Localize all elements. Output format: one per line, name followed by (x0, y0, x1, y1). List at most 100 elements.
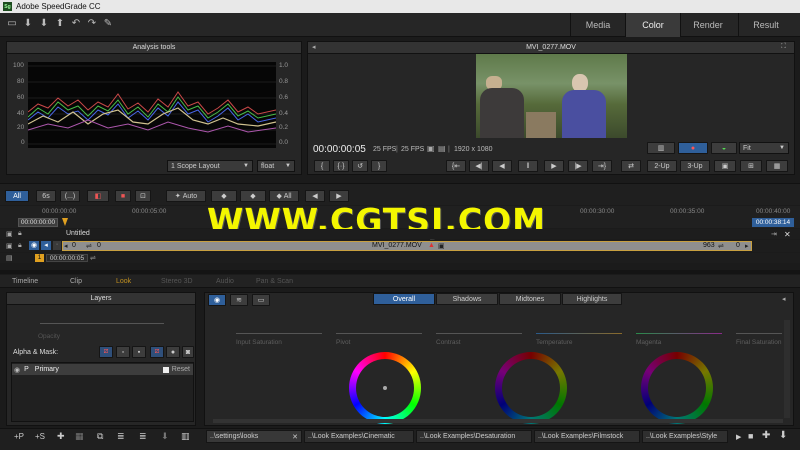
loop-button[interactable]: ↺ (352, 160, 368, 172)
settings-wrench-icon[interactable]: ✎ (102, 18, 114, 30)
layout-3up-button[interactable]: 3-Up (680, 160, 710, 172)
reset-checkbox[interactable] (162, 366, 169, 373)
monitor-icon[interactable]: ▣ (427, 144, 435, 153)
export-icon[interactable]: ⬆ (54, 18, 66, 30)
go-start-button[interactable]: {⇤ (446, 160, 466, 172)
track-collapse-icon[interactable]: ⇥ (771, 230, 777, 238)
look-tab-desaturation[interactable]: ..\Look Examples\Desaturation (416, 430, 532, 443)
go-end-button[interactable]: ⇥} (592, 160, 612, 172)
tab-result[interactable]: Result (738, 13, 793, 37)
track-monitor-icon[interactable]: ▣ (6, 242, 13, 250)
look-tab-style[interactable]: ..\Look Examples\Style (642, 430, 728, 443)
color-wheel-gamma[interactable] (495, 352, 567, 424)
save-stack-icon[interactable]: ≣ (139, 431, 147, 442)
auto-button[interactable]: ✦ Auto (166, 190, 206, 202)
rgb-curves-button[interactable]: ≋ (230, 294, 248, 306)
tab-pan-scan[interactable]: Pan & Scan (256, 276, 293, 287)
color-tab-midtones[interactable]: Midtones (499, 293, 561, 305)
close-icon[interactable]: ✕ (784, 230, 791, 239)
horizontal-scrollbar[interactable] (213, 419, 783, 423)
slider-final-saturation[interactable] (736, 333, 782, 334)
look-tab-filmstock[interactable]: ..\Look Examples\Filmstock (534, 430, 640, 443)
save-frame-icon[interactable]: ▤ (438, 144, 446, 153)
save-as-icon[interactable]: ⬇ (38, 18, 50, 30)
color-wheel-offset[interactable] (349, 352, 421, 424)
track-options-icon[interactable]: · (53, 241, 61, 250)
zoom-custom-button[interactable]: (...) (60, 190, 80, 202)
prev-frame-button[interactable]: ◀| (469, 160, 489, 172)
collapse-arrow-icon[interactable]: ◂ (312, 43, 316, 51)
add-secondary-button[interactable]: +S (35, 432, 45, 441)
layout-2up-button[interactable]: 2-Up (647, 160, 677, 172)
zoom-6s-button[interactable]: 6s (36, 190, 56, 202)
panel-splitter[interactable] (0, 270, 800, 274)
redo-icon[interactable]: ↷ (86, 18, 98, 30)
play-button[interactable]: ▶ (544, 160, 564, 172)
slider-input-saturation[interactable] (236, 333, 322, 334)
tab-look[interactable]: Look (116, 276, 131, 287)
look-tab-cinematic[interactable]: ..\Look Examples\Cinematic (304, 430, 414, 443)
vertical-scrollbar[interactable] (784, 320, 790, 418)
audio-icon[interactable]: ◂ (41, 241, 51, 250)
overlay-mode-button[interactable]: ◒ (711, 142, 737, 154)
tab-render[interactable]: Render (680, 13, 735, 37)
close-icon[interactable]: ✕ (292, 433, 298, 441)
tab-timeline[interactable]: Timeline (12, 276, 38, 287)
track-visibility-icon[interactable]: ▣ (6, 230, 13, 238)
mask-off-button[interactable]: ⧄ (150, 346, 164, 358)
add-primary-button[interactable]: +P (14, 432, 24, 441)
undo-icon[interactable]: ↶ (70, 18, 82, 30)
tab-stereo-3d[interactable]: Stereo 3D (161, 276, 193, 287)
wheel-center-handle[interactable] (383, 386, 387, 390)
tab-media[interactable]: Media (570, 13, 625, 37)
scope-layout-select[interactable]: 1 Scope Layout ▼ (167, 160, 253, 172)
snapshot-button[interactable]: ▣ (714, 160, 736, 172)
mask-rect-button[interactable]: ◙ (182, 346, 194, 358)
look-tab-settings[interactable]: ..\settings\looks ✕ (206, 430, 302, 443)
mask-ellipse-button[interactable]: ● (166, 346, 180, 358)
slider-magenta[interactable] (636, 333, 722, 334)
duplicate-layer-icon[interactable]: ⧉ (97, 431, 103, 442)
color-tab-shadows[interactable]: Shadows (436, 293, 498, 305)
open-folder-icon[interactable]: ▭ (6, 18, 18, 30)
color-wheel-mode-button[interactable]: ◉ (208, 294, 226, 306)
alpha-invert-button[interactable]: ▪ (132, 346, 146, 358)
color-wheel-gain[interactable] (641, 352, 713, 424)
layer-row-primary[interactable]: ◉ P Primary Reset (12, 364, 193, 375)
scope-precision-select[interactable]: float ▼ (257, 160, 295, 172)
eye-icon[interactable]: ◉ (29, 241, 39, 250)
slider-pivot[interactable] (336, 333, 422, 334)
slider-temperature[interactable] (536, 333, 622, 334)
mark-in-button[interactable]: { (314, 160, 330, 172)
import-icon[interactable]: ⬇ (161, 431, 169, 442)
zoom-fit-select[interactable]: Fit ▼ (739, 142, 789, 154)
guides-button[interactable]: ▦ (766, 160, 788, 172)
alpha-off-button[interactable]: ⧄ (99, 346, 113, 358)
compare-mode-button[interactable]: ▥ (647, 142, 675, 154)
new-look-tab-icon[interactable]: ■ (748, 431, 753, 441)
current-timecode[interactable]: 00:00:00:00 (18, 218, 58, 227)
track-lock-icon[interactable]: 🔒︎ (18, 242, 22, 250)
swap-button[interactable]: ⇄ (621, 160, 641, 172)
film-strip-icon[interactable]: ▤ (6, 254, 13, 262)
next-frame-button[interactable]: |▶ (568, 160, 588, 172)
alpha-mask-button[interactable]: ▫ (116, 346, 130, 358)
opacity-slider[interactable] (40, 323, 164, 324)
add-layer-icon[interactable]: ✚ (57, 431, 65, 442)
color-tab-highlights[interactable]: Highlights (562, 293, 622, 305)
fit-timeline-button[interactable]: ⊡ (135, 190, 151, 202)
scroll-tabs-icon[interactable]: ▶ (736, 433, 741, 441)
mark-out-button[interactable]: } (371, 160, 387, 172)
color-grade-button[interactable]: ■ (115, 190, 131, 202)
view-all-button[interactable]: All (5, 190, 29, 202)
trash-icon[interactable]: ▥ (181, 431, 190, 442)
tab-audio[interactable]: Audio (216, 276, 234, 287)
add-look-icon[interactable]: ✚ (762, 430, 770, 441)
delete-layer-icon[interactable]: ▦ (75, 431, 84, 442)
panel-menu-icon[interactable]: ◂ (782, 295, 786, 303)
layer-stack-icon[interactable]: ≣ (117, 431, 125, 442)
snapshot-compare-button[interactable]: ◧ (87, 190, 109, 202)
hsl-button[interactable]: ▭ (252, 294, 270, 306)
color-tab-overall[interactable]: Overall (373, 293, 435, 305)
fullscreen-icon[interactable]: ⛶ (781, 43, 786, 51)
